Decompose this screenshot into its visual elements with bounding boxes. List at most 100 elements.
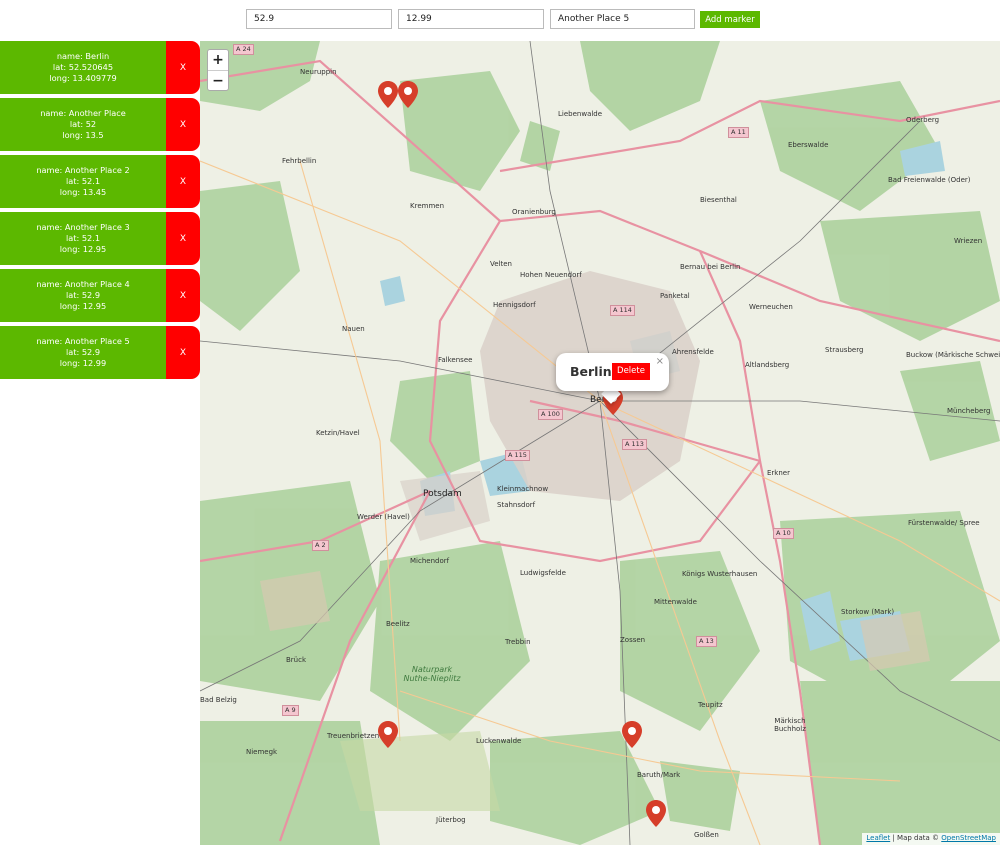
map-label: Altlandsberg: [745, 361, 790, 369]
marker-icon[interactable]: [622, 721, 642, 748]
place-name: name: Another Place: [40, 108, 126, 118]
marker-icon[interactable]: [378, 81, 398, 108]
map-label: Müncheberg: [947, 407, 991, 415]
road-shield: A 9: [282, 705, 299, 716]
place-long: long: 12.99: [59, 358, 107, 368]
marker-icon[interactable]: [646, 800, 666, 827]
map-label: Beelitz: [386, 620, 410, 628]
delete-place-button[interactable]: X: [166, 41, 200, 94]
map-label: Michendorf: [410, 557, 450, 565]
delete-place-button[interactable]: X: [166, 155, 200, 208]
map-label: Bernau bei Berlin: [680, 263, 741, 271]
name-input[interactable]: [550, 9, 695, 29]
road-shield: A 10: [773, 528, 794, 539]
place-card: name: Another Place 3 lat: 52.1 long: 12…: [0, 212, 200, 265]
place-name: name: Another Place 2: [36, 165, 130, 175]
marker-icon[interactable]: [378, 721, 398, 748]
map-label: Werder (Havel): [357, 513, 410, 521]
place-info: name: Another Place 5 lat: 52.9 long: 12…: [0, 326, 166, 379]
map-label: Märkisch Buchholz: [774, 717, 806, 733]
map-label: Ludwigsfelde: [520, 569, 566, 577]
map-label: Panketal: [660, 292, 690, 300]
place-info: name: Berlin lat: 52.520645 long: 13.409…: [0, 41, 166, 94]
marker-icon[interactable]: [398, 81, 418, 108]
place-name: name: Another Place 5: [36, 336, 130, 346]
map-label: Baruth/Mark: [637, 771, 681, 779]
map-label: Strausberg: [825, 346, 864, 354]
popup-title: Berlin: [570, 364, 612, 379]
delete-place-button[interactable]: X: [166, 326, 200, 379]
latitude-input[interactable]: [246, 9, 392, 29]
road-shield: A 24: [233, 44, 254, 55]
delete-place-button[interactable]: X: [166, 212, 200, 265]
map-label: Fürstenwalde/ Spree: [908, 519, 980, 527]
map-label: Storkow (Mark): [841, 608, 895, 616]
map-label: Bad Freienwalde (Oder): [888, 176, 971, 184]
map-label: Velten: [490, 260, 512, 268]
delete-place-button[interactable]: X: [166, 269, 200, 322]
place-name: name: Another Place 4: [36, 279, 130, 289]
place-lat: lat: 52.520645: [52, 62, 114, 72]
map-label: Fehrbellin: [282, 157, 317, 165]
map-label: Nauen: [342, 325, 365, 333]
place-long: long: 13.5: [62, 130, 104, 140]
zoom-control: + −: [207, 49, 229, 91]
place-card: name: Another Place lat: 52 long: 13.5 X: [0, 98, 200, 151]
map-label: Bad Belzig: [200, 696, 237, 704]
popup-delete-button[interactable]: Delete: [612, 363, 650, 380]
place-long: long: 13.409779: [49, 73, 117, 83]
road-shield: A 114: [610, 305, 635, 316]
place-card: name: Another Place 4 lat: 52.9 long: 12…: [0, 269, 200, 322]
zoom-in-button[interactable]: +: [208, 50, 228, 70]
map-label: Hohen Neuendorf: [520, 271, 582, 279]
map-label: Wriezen: [954, 237, 983, 245]
map-label: Luckenwalde: [476, 737, 522, 745]
road-shield: A 113: [622, 439, 647, 450]
map-label: Oranienburg: [512, 208, 556, 216]
place-lat: lat: 52.1: [65, 233, 101, 243]
delete-place-button[interactable]: X: [166, 98, 200, 151]
place-name: name: Another Place 3: [36, 222, 130, 232]
road-shield: A 115: [505, 450, 530, 461]
map-label: Biesenthal: [700, 196, 737, 204]
map-label: Liebenwalde: [558, 110, 603, 118]
place-card: name: Berlin lat: 52.520645 long: 13.409…: [0, 41, 200, 94]
road-shield: A 100: [538, 409, 563, 420]
osm-link[interactable]: OpenStreetMap: [941, 834, 996, 842]
zoom-out-button[interactable]: −: [208, 70, 228, 90]
map-label: Stahnsdorf: [497, 501, 536, 509]
map-tiles: [200, 41, 1000, 845]
place-lat: lat: 52.9: [65, 347, 101, 357]
map[interactable]: Neuruppin Fehrbellin Kremmen Oranienburg…: [200, 41, 1000, 845]
place-lat: lat: 52.9: [65, 290, 101, 300]
marker-form: Add marker: [0, 0, 1000, 41]
map-label: Königs Wusterhausen: [682, 570, 758, 578]
map-label: Oderberg: [906, 116, 940, 124]
place-long: long: 12.95: [59, 244, 107, 254]
map-label: Potsdam: [423, 489, 462, 499]
map-label: Brück: [286, 656, 307, 664]
map-label: Erkner: [767, 469, 790, 477]
map-label: Jüterbog: [436, 816, 466, 824]
attribution-separator: | Map data ©: [890, 834, 942, 842]
leaflet-link[interactable]: Leaflet: [866, 834, 890, 842]
map-label: Werneuchen: [749, 303, 793, 311]
place-name: name: Berlin: [56, 51, 110, 61]
place-card: name: Another Place 2 lat: 52.1 long: 13…: [0, 155, 200, 208]
place-long: long: 13.45: [59, 187, 107, 197]
place-lat: lat: 52: [69, 119, 97, 129]
add-marker-button[interactable]: Add marker: [700, 11, 760, 28]
map-label: Golßen: [694, 831, 719, 839]
popup-close-icon[interactable]: ×: [656, 356, 664, 367]
map-label: Hennigsdorf: [493, 301, 536, 309]
road-shield: A 13: [696, 636, 717, 647]
map-label: Trebbin: [505, 638, 531, 646]
map-label: Ketzin/Havel: [316, 429, 360, 437]
map-label: Kleinmachnow: [497, 485, 549, 493]
places-list: name: Berlin lat: 52.520645 long: 13.409…: [0, 41, 200, 383]
map-label: Ahrensfelde: [672, 348, 714, 356]
map-label: Neuruppin: [300, 68, 337, 76]
map-label: Treuenbrietzen: [327, 732, 380, 740]
map-label: Buckow (Märkische Schweiz): [906, 351, 1000, 359]
longitude-input[interactable]: [398, 9, 544, 29]
